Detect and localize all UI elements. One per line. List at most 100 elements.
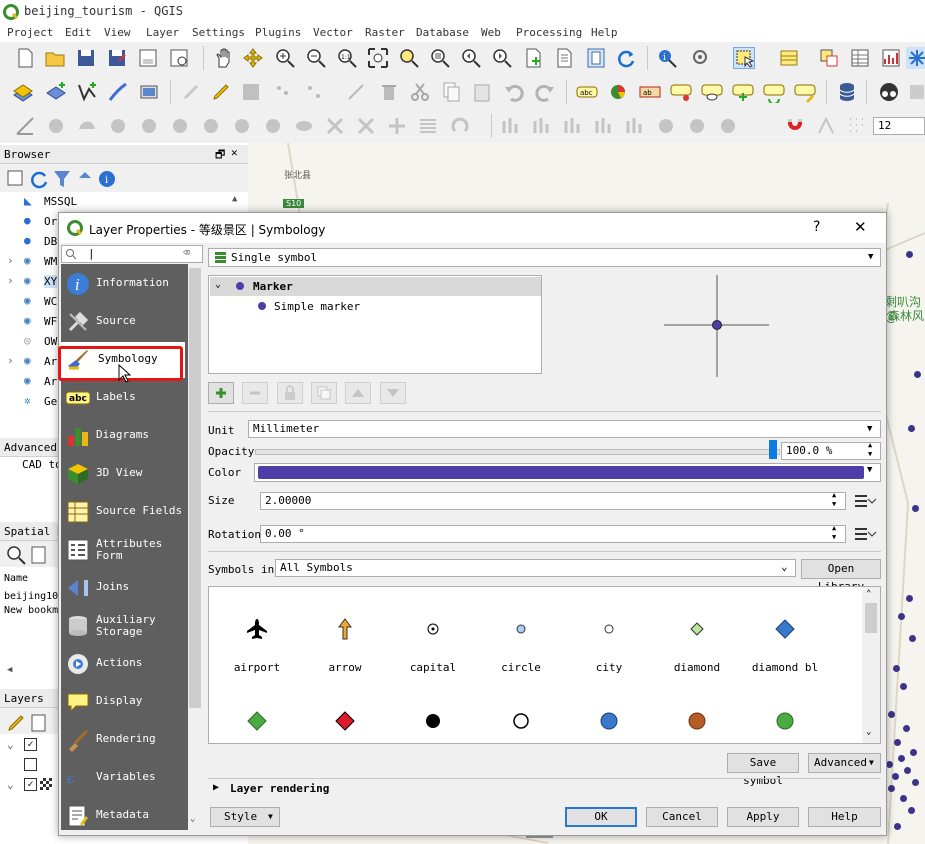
symbol-airport[interactable]: airport (213, 613, 301, 674)
show-bookmarks-icon[interactable] (553, 47, 575, 69)
align-6-icon[interactable] (655, 115, 677, 137)
add-ring-icon[interactable] (45, 115, 67, 137)
rotation-spinbox[interactable]: 0.00 ° ▲ ▼ (260, 524, 846, 543)
help-icon[interactable]: ? (813, 219, 820, 235)
sidebar-item-labels[interactable]: abc Labels (61, 380, 188, 416)
sidebar-item-3d-view[interactable]: 3D View (61, 456, 188, 492)
open-project-icon[interactable] (44, 47, 66, 69)
sidebar-item-actions[interactable]: Actions (61, 646, 188, 682)
identify-icon[interactable]: i (656, 47, 678, 69)
layout-manager-icon[interactable] (168, 47, 190, 69)
scroll-up-icon[interactable]: ⌃ (866, 589, 871, 599)
vertex-tool-icon[interactable] (303, 81, 325, 103)
browser-item-arcgis-feature[interactable]: Ar (44, 375, 57, 388)
split-parts-icon[interactable] (293, 115, 315, 137)
symbol-city[interactable]: city (565, 613, 653, 674)
add-vector-icon[interactable] (76, 81, 98, 103)
black-dot-icon[interactable] (421, 709, 445, 733)
expand-arrow-icon[interactable]: ▶ (213, 782, 219, 793)
symbols-group-select[interactable]: All Symbols ⌄ (275, 559, 796, 577)
symbols-scroll-thumb[interactable] (865, 603, 877, 633)
clear-search-icon[interactable]: ⌫ (183, 246, 190, 259)
apply-button[interactable]: Apply (727, 807, 799, 827)
layer-visibility-checkbox[interactable]: ✓ (24, 778, 37, 791)
size-spinbox[interactable]: 2.00000 ▲ ▼ (260, 491, 846, 510)
attribute-table-icon[interactable] (849, 47, 871, 69)
trash-icon[interactable] (378, 81, 400, 103)
duplicate-layer-button[interactable] (311, 382, 337, 404)
sidebar-scrollbar[interactable]: ⌄ (188, 264, 203, 830)
sidebar-item-source[interactable]: Source (61, 304, 188, 340)
symbol-capital[interactable]: capital (389, 613, 477, 674)
plugin-2-icon[interactable] (908, 81, 925, 103)
menu-vector[interactable]: Vector (313, 26, 353, 39)
sidebar-item-information[interactable]: i Information (61, 266, 188, 302)
rotate-feature-icon[interactable] (449, 115, 471, 137)
select-features-icon[interactable] (733, 47, 755, 69)
menu-plugins[interactable]: Plugins (255, 26, 301, 39)
align-7-icon[interactable] (686, 115, 708, 137)
collapse-icon[interactable]: ⌄ (7, 778, 14, 791)
expand-icon[interactable]: › (7, 354, 14, 367)
delete-selected-icon[interactable] (345, 81, 367, 103)
spin-arrows-icon[interactable]: ▲ ▼ (832, 524, 836, 542)
browser-item-wfs[interactable]: WF (44, 315, 57, 328)
sidebar-search-input[interactable]: | ⌫ (61, 245, 203, 263)
align-4-icon[interactable] (593, 115, 615, 137)
move-down-button[interactable] (380, 382, 406, 404)
browser-item-mssql[interactable]: MSSQL (44, 195, 77, 208)
zoom-next-icon[interactable] (491, 47, 513, 69)
green-diamond-icon[interactable] (245, 709, 269, 733)
collapse-icon[interactable]: ⌄ (7, 738, 14, 751)
browser-item-oracle[interactable]: Or (44, 215, 57, 228)
layer-styling-icon[interactable] (5, 712, 24, 731)
blue-dot-icon[interactable] (597, 709, 621, 733)
unit-select[interactable]: Millimeter ▼ (248, 420, 881, 438)
sidebar-item-metadata[interactable]: Metadata (61, 798, 188, 834)
snap-vertex-icon[interactable] (815, 115, 837, 137)
properties-icon[interactable]: i (96, 168, 115, 187)
scroll-up-icon[interactable]: ▲ (232, 194, 237, 204)
sidebar-item-joins[interactable]: Joins (61, 570, 188, 606)
attribute-select-icon[interactable] (778, 47, 800, 69)
remove-symbol-layer-button[interactable] (242, 382, 268, 404)
sidebar-item-attributes-form[interactable]: Attributes Form (61, 532, 188, 568)
filter-icon[interactable] (51, 168, 70, 187)
snapping-magnet-icon[interactable] (784, 115, 806, 137)
scroll-left-icon[interactable]: ◀ (7, 665, 12, 675)
spin-arrows-icon[interactable]: ▲ ▼ (868, 441, 872, 459)
zoom-to-selection-icon[interactable] (398, 47, 420, 69)
save-as-icon[interactable] (106, 47, 128, 69)
map-tips-icon[interactable] (585, 47, 607, 69)
white-dot-icon[interactable] (509, 709, 533, 733)
menu-project[interactable]: Project (7, 26, 53, 39)
add-part-icon[interactable] (76, 115, 98, 137)
tree-row-marker[interactable]: ⌄ Marker (210, 277, 541, 296)
redo-icon[interactable] (534, 81, 556, 103)
style-button[interactable]: Style ▼ (210, 807, 280, 827)
opacity-spinbox[interactable]: 100.0 % ▲ ▼ (781, 441, 881, 460)
align-icon[interactable] (500, 115, 522, 137)
browser-item-ows[interactable]: OW (44, 335, 57, 348)
add-spatialite-icon[interactable] (138, 81, 160, 103)
align-5-icon[interactable] (624, 115, 646, 137)
add-bookmark-icon[interactable] (28, 544, 46, 564)
spin-arrows-icon[interactable]: ▲ ▼ (832, 491, 836, 509)
layer-rendering-section[interactable]: Layer rendering (230, 782, 329, 795)
expand-icon[interactable]: › (7, 254, 14, 267)
paste-icon[interactable] (471, 81, 493, 103)
browser-item-xyz[interactable]: XY (44, 275, 58, 288)
digitize-icon[interactable] (272, 81, 294, 103)
size-data-defined-icon[interactable] (852, 492, 878, 510)
color-button[interactable]: ▼ (254, 463, 881, 482)
zoom-last-icon[interactable] (460, 47, 482, 69)
toggle-editing-icon[interactable] (210, 81, 232, 103)
rotation-data-defined-icon[interactable] (852, 525, 878, 543)
close-dialog-icon[interactable]: ✕ (854, 218, 867, 236)
zoom-to-layer-icon[interactable] (429, 47, 451, 69)
plugin-icon[interactable] (878, 81, 900, 103)
opacity-slider-handle[interactable] (769, 440, 777, 459)
scroll-down-icon[interactable]: ⌄ (866, 727, 871, 737)
tree-row-simple-marker[interactable]: Simple marker (210, 297, 541, 316)
add-selected-icon[interactable] (5, 168, 23, 186)
